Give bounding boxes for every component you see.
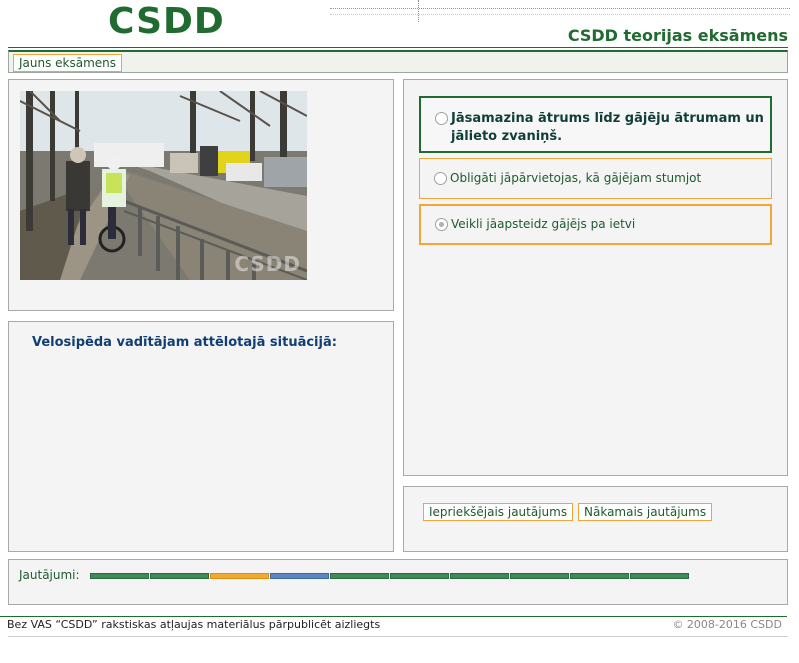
question-progress-segment[interactable] — [210, 573, 269, 579]
question-progress-segment[interactable] — [90, 573, 149, 579]
new-exam-button[interactable]: Jauns eksāmens — [13, 54, 123, 72]
question-progress-segment[interactable] — [330, 573, 389, 579]
image-panel: CSDD — [8, 79, 394, 311]
question-panel: Velosipēda vadītājam attēlotajā situācij… — [8, 321, 394, 552]
navigation-panel: Iepriekšējais jautājums Nākamais jautāju… — [403, 486, 788, 552]
answer-option-1[interactable]: Jāsamazina ātrums līdz gājēju ātrumam un… — [419, 96, 772, 153]
header-divider — [8, 47, 788, 48]
question-progress-segment[interactable] — [570, 573, 629, 579]
footer-divider — [8, 636, 788, 637]
question-progress-segment[interactable] — [270, 573, 329, 579]
answer-option-label: Jāsamazina ātrums līdz gājēju ātrumam un… — [451, 111, 764, 144]
question-progress-segment[interactable] — [150, 573, 209, 579]
csdd-logo: CSDD — [108, 1, 225, 42]
radio-button-icon[interactable] — [435, 218, 448, 231]
question-progress-segment[interactable] — [450, 573, 509, 579]
situation-photo: CSDD — [20, 91, 307, 280]
footer-divider — [0, 616, 787, 617]
question-progress-bar — [90, 573, 689, 579]
toolbar: Jauns eksāmens — [8, 50, 788, 73]
progress-panel: Jautājumi: — [8, 559, 788, 605]
header-decoration-line — [330, 8, 790, 9]
answer-option-3[interactable]: Veikli jāapsteidz gājējs pa ietvi — [419, 204, 772, 245]
previous-question-button[interactable]: Iepriekšējais jautājums — [423, 503, 574, 521]
next-question-button[interactable]: Nākamais jautājums — [578, 503, 713, 521]
copyright-years: © 2008-2016 CSDD — [672, 618, 782, 631]
radio-button-icon[interactable] — [435, 112, 448, 125]
header-decoration-line — [418, 0, 419, 22]
copyright-notice: Bez VAS “CSDD” rakstiskas atļaujas mater… — [7, 618, 381, 631]
progress-label: Jautājumi: — [19, 568, 80, 582]
radio-button-icon[interactable] — [434, 172, 447, 185]
question-progress-segment[interactable] — [510, 573, 569, 579]
header-decoration-line — [330, 14, 790, 15]
photo-watermark: CSDD — [234, 252, 301, 276]
answer-option-2[interactable]: Obligāti jāpārvietojas, kā gājējam stumj… — [419, 158, 772, 224]
answer-option-label: Veikli jāapsteidz gājējs pa ietvi — [451, 217, 636, 231]
question-text: Velosipēda vadītājam attēlotajā situācij… — [32, 335, 337, 350]
app-title: CSDD teorijas eksāmens — [567, 26, 788, 45]
answers-panel: Jāsamazina ātrums līdz gājēju ātrumam un… — [403, 79, 788, 476]
question-progress-segment[interactable] — [390, 573, 449, 579]
question-progress-segment[interactable] — [630, 573, 689, 579]
